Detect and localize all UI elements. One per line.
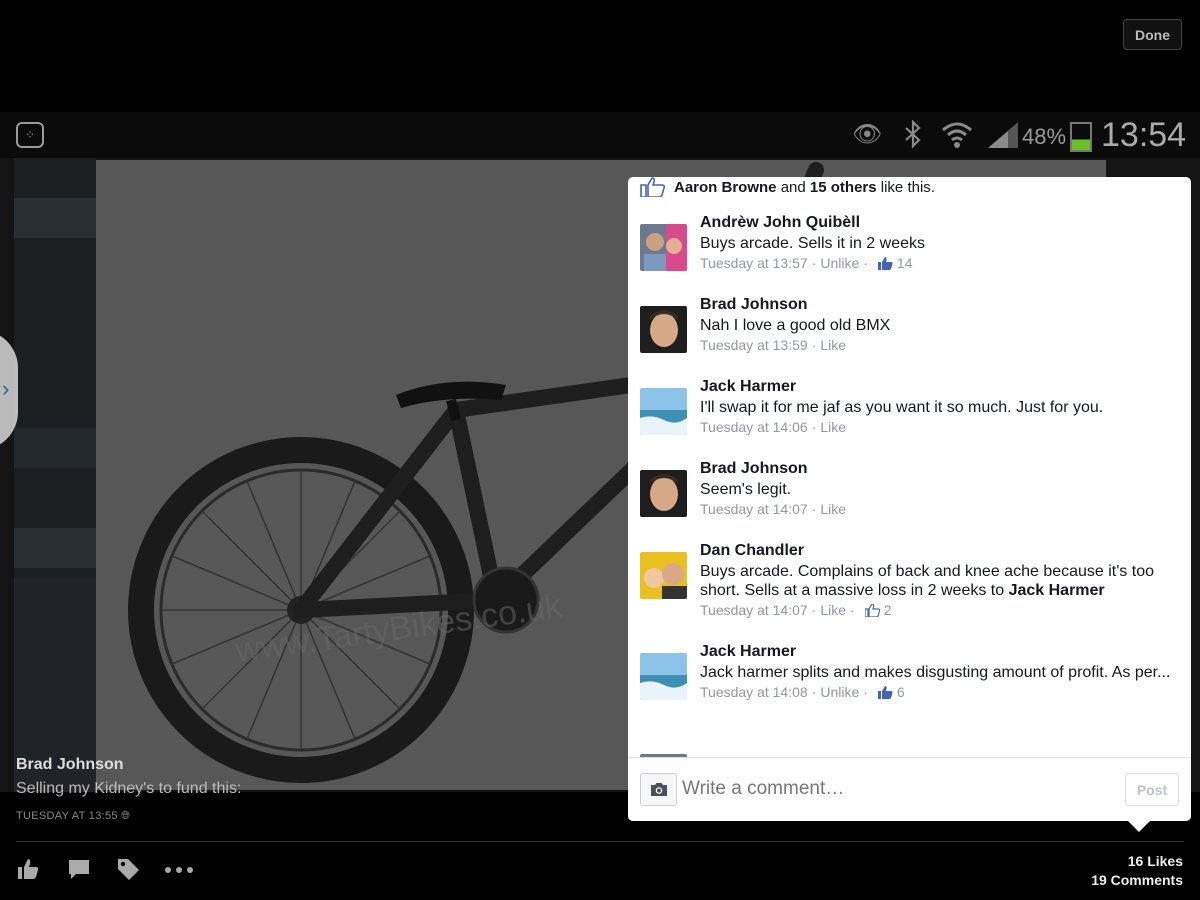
tag-icon[interactable] [116, 857, 140, 886]
avatar[interactable] [640, 388, 687, 435]
thumb-up-icon [877, 256, 893, 270]
comment-meta: Tuesday at 14:06 · Like [700, 419, 847, 435]
avatar[interactable] [640, 552, 687, 599]
comment-like-button[interactable]: Unlike [820, 255, 859, 271]
battery-icon [1070, 122, 1092, 152]
comment-like-button[interactable]: Like [820, 419, 846, 435]
done-button[interactable]: Done [1123, 19, 1182, 50]
comment-item: Andrèw John Quibèll Buys arcade. Sells i… [640, 214, 1180, 271]
globe-icon: 🌐︎ [121, 810, 131, 822]
thumb-up-icon [864, 603, 880, 617]
bbm-icon: ⁘ [16, 122, 44, 148]
comment-item: Jack Harmer Jack harmer splits and makes… [640, 643, 1180, 700]
comment-author[interactable]: Brad Johnson [700, 460, 1180, 478]
comment-time[interactable]: Tuesday at 13:57 [700, 255, 808, 271]
bluetooth-icon [904, 119, 922, 155]
comment-text: Jack harmer splits and makes disgusting … [700, 664, 1171, 681]
comment-meta: Tuesday at 14:07 · Like [700, 501, 847, 517]
comment-author[interactable]: Dan Chandler [700, 542, 1180, 560]
comments-count[interactable]: 19 Comments [1091, 872, 1183, 888]
comment-text: Buys arcade. Sells it in 2 weeks [700, 235, 925, 252]
comment-input[interactable] [682, 774, 1112, 804]
mention-link[interactable]: Jack Harmer [1009, 582, 1105, 599]
status-bar: ⁘ 👁 48% 13:54 [0, 112, 1200, 158]
comment-author[interactable]: Brad Johnson [700, 296, 1180, 314]
comment-item: Dan Chandler Buys arcade. Complains of b… [640, 542, 1180, 618]
comment-like-button[interactable]: Like [820, 501, 846, 517]
comment-time[interactable]: Tuesday at 14:07 [700, 501, 808, 517]
comment-author[interactable]: Jack Harmer [700, 378, 1180, 396]
comment-like-count[interactable]: 2 [884, 602, 892, 618]
photo-caption: Brad Johnson Selling my Kidney's to fund… [16, 756, 416, 823]
wifi-icon [940, 120, 974, 157]
camera-icon[interactable] [640, 773, 677, 806]
like-icon[interactable] [16, 857, 40, 886]
comment-time[interactable]: Tuesday at 14:08 [700, 684, 808, 700]
comment-like-button[interactable]: Like [820, 602, 846, 618]
comment-item: Brad Johnson Seem's legit. Tuesday at 14… [640, 460, 1180, 517]
comment-like-button[interactable]: Unlike [820, 684, 859, 700]
comment-author[interactable]: Jack Harmer [700, 643, 1180, 661]
thumb-up-icon [877, 685, 893, 699]
comment-like-button[interactable]: Like [820, 337, 846, 353]
likes-summary[interactable]: Aaron Browne and 15 others like this. [640, 177, 935, 197]
thumb-up-icon [640, 177, 666, 197]
comment-item: Jack Harmer I'll swap it for me jaf as y… [640, 378, 1180, 435]
website-background [14, 158, 96, 792]
comment-icon[interactable] [67, 857, 91, 886]
comment-meta: Tuesday at 14:08 · Unlike · 6 [700, 684, 905, 700]
comment-text: Buys arcade. Complains of back and knee … [700, 563, 1154, 599]
comment-text: I'll swap it for me jaf as you want it s… [700, 399, 1104, 416]
comment-time[interactable]: Tuesday at 13:59 [700, 337, 808, 353]
clock: 13:54 [1101, 116, 1187, 154]
chevron-right-icon: › [2, 376, 10, 401]
caption-text: Selling my Kidney's to fund this: [16, 780, 242, 797]
others-link[interactable]: 15 others [810, 179, 877, 196]
comment-like-count[interactable]: 6 [897, 684, 905, 700]
caption-timestamp: TUESDAY AT 13:55 🌐︎ [16, 810, 131, 822]
avatar[interactable] [640, 470, 687, 517]
likes-count[interactable]: 16 Likes [1128, 853, 1183, 869]
comment-time[interactable]: Tuesday at 14:07 [700, 602, 808, 618]
eye-icon: 👁 [852, 121, 883, 148]
comment-text: Seem's legit. [700, 481, 792, 498]
caption-author[interactable]: Brad Johnson [16, 756, 416, 774]
post-button[interactable]: Post [1125, 773, 1179, 806]
signal-icon [986, 120, 1020, 157]
more-icon[interactable] [164, 857, 194, 886]
comment-meta: Tuesday at 13:59 · Like [700, 337, 847, 353]
divider [16, 841, 1184, 842]
comment-composer: Post [628, 757, 1191, 821]
comment-text: Nah I love a good old BMX [700, 317, 891, 334]
popover-arrow [1127, 820, 1151, 832]
comment-item: Brad Johnson Nah I love a good old BMX T… [640, 296, 1180, 353]
comment-like-count[interactable]: 14 [897, 255, 913, 271]
comments-popover: Aaron Browne and 15 others like this. An… [628, 177, 1191, 821]
avatar[interactable] [640, 306, 687, 353]
comment-meta: Tuesday at 13:57 · Unlike · 14 [700, 255, 913, 271]
avatar[interactable] [640, 653, 687, 700]
comment-time[interactable]: Tuesday at 14:06 [700, 419, 808, 435]
avatar[interactable] [640, 224, 687, 271]
comment-author[interactable]: Andrèw John Quibèll [700, 214, 1180, 232]
battery-percent: 48% [1022, 124, 1067, 149]
liker-name[interactable]: Aaron Browne [674, 179, 777, 196]
comment-meta: Tuesday at 14:07 · Like · 2 [700, 602, 892, 618]
